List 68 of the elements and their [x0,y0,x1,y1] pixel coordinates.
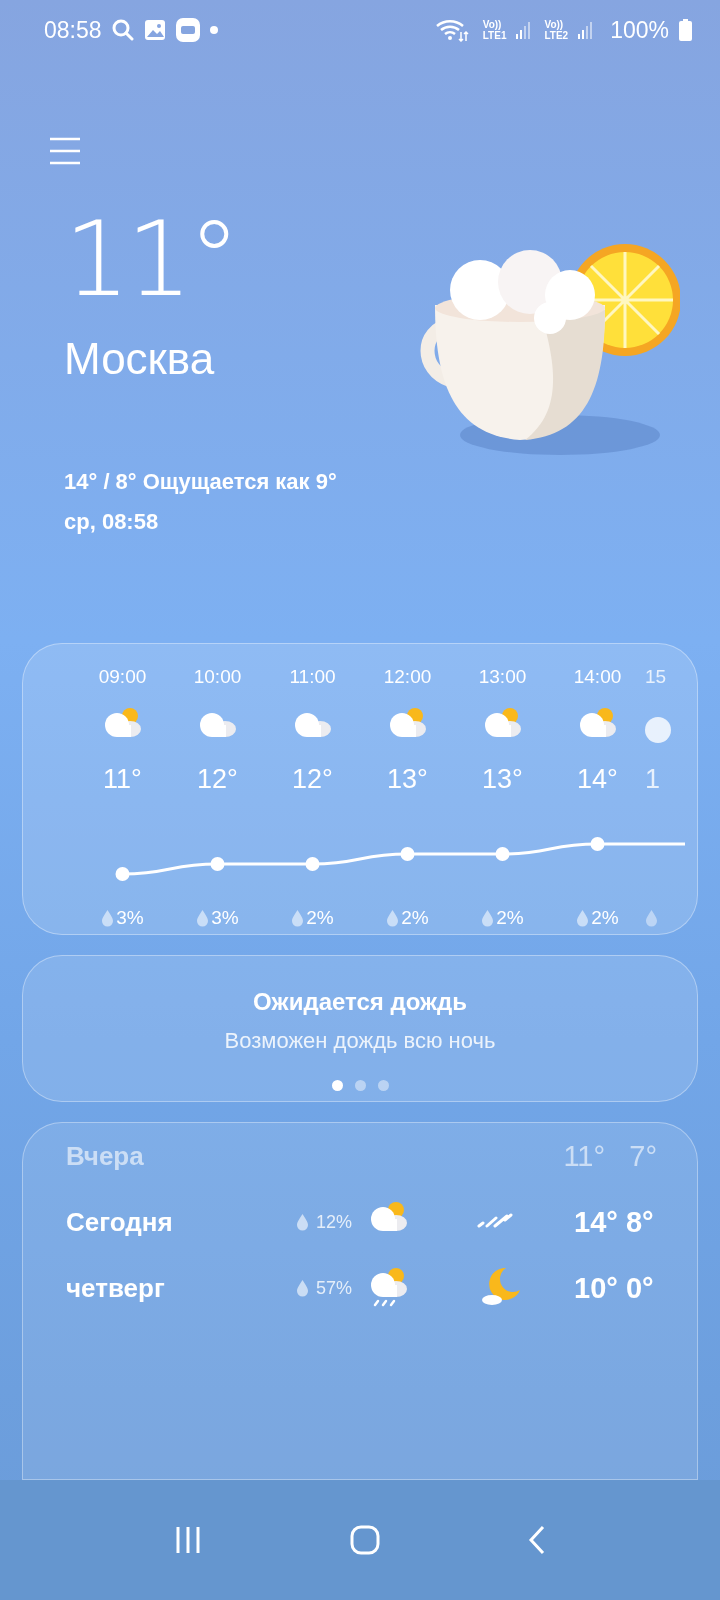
hour-label: 11:00 [289,665,336,689]
hour-label: 09:00 [98,665,147,689]
hour-label: 13:00 [478,665,527,689]
current-temperature: 11° [64,204,237,314]
drop-icon [291,908,305,927]
home-icon[interactable] [350,1525,380,1555]
drop-icon [196,908,210,927]
menu-icon[interactable] [48,136,82,166]
wifi-icon [434,18,469,42]
signal-icon [578,21,593,39]
network-label: LTE1 [482,30,507,41]
low-temperature: 0° [625,1271,654,1304]
drop-icon [296,1279,309,1298]
alert-text: Возможен дождь всю ночь [224,1028,496,1055]
day-name: Вчера [66,1140,145,1172]
rain-chance: 2% [591,906,619,929]
search-icon [111,19,134,41]
battery-icon [679,19,692,41]
temperature-range: 14° / 8° Ощущается как 9° [64,468,337,496]
low-temperature: 7° [629,1139,657,1172]
volte-label: Vo)) [544,19,564,30]
drop-icon [101,908,115,927]
rain-chance: 12% [316,1211,353,1233]
alert-title: Ожидается дождь [252,988,468,1017]
update-time: ср, 08:58 [64,508,160,536]
clock-time: 08:58 [44,16,102,44]
image-icon [143,19,166,41]
signal-icon [516,21,531,39]
night-weather-icon [476,1211,514,1229]
drop-icon [481,908,495,927]
hour-temperature: 1 [645,763,661,796]
rain-chance: 2% [306,906,334,929]
drop-icon [576,908,590,927]
rain-chance: 57% [316,1277,353,1299]
network-label: LTE2 [544,30,569,41]
weather-icon [645,716,671,743]
low-temperature: 8° [625,1205,654,1238]
battery-level: 100% [610,16,669,44]
hour-temperature: 14° [577,763,618,796]
hour-temperature: 12° [292,763,333,796]
hour-temperature: 13° [482,763,523,796]
hour-label: 10:00 [193,665,242,689]
drop-icon [296,1213,309,1232]
high-temperature: 10° [574,1271,618,1304]
page-dot[interactable] [331,1080,343,1092]
app-icon [175,18,200,42]
back-icon[interactable] [526,1525,547,1555]
hour-temperature: 12° [197,763,238,796]
drop-icon [645,908,658,927]
hour-label: 14:00 [573,665,622,689]
rain-chance: 2% [496,906,524,929]
hour-temperature: 11° [103,763,142,796]
rain-chance: 2% [401,906,429,929]
day-name: Сегодня [66,1206,174,1238]
city-name: Москва [64,334,215,384]
rain-chance: 3% [211,906,239,929]
rain-chance: 3% [116,906,144,929]
dot-icon [209,26,218,34]
hour-label: 15 [645,665,667,689]
hour-label: 12:00 [383,665,432,689]
page-dot[interactable] [377,1080,389,1092]
hour-temperature: 13° [387,763,428,796]
day-name: четверг [66,1272,166,1304]
page-dot[interactable] [354,1080,366,1092]
high-temperature: 14° [574,1205,618,1238]
high-temperature: 11° [563,1139,606,1172]
volte-label: Vo)) [482,19,502,30]
drop-icon [386,908,400,927]
